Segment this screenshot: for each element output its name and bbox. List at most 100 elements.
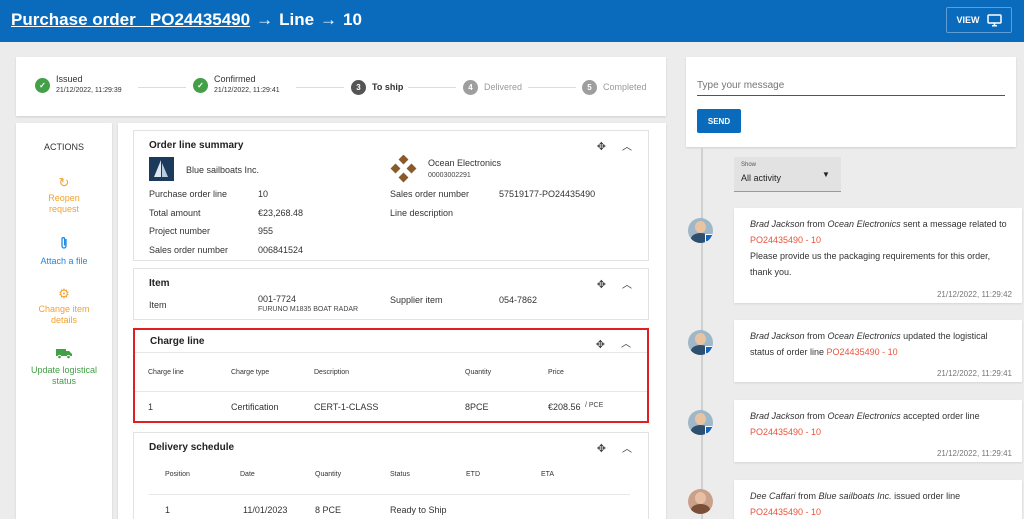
field-label: Line description bbox=[390, 208, 454, 218]
change-item-details-button[interactable]: ⚙ Change item details bbox=[16, 287, 112, 326]
move-icon[interactable]: ✥ bbox=[597, 140, 606, 153]
actor-org: Ocean Electronics bbox=[827, 331, 901, 341]
field-value: 10 bbox=[258, 189, 269, 199]
step-completed: 5 Completed bbox=[582, 80, 647, 95]
field-value: 955 bbox=[258, 226, 274, 236]
arrow-right-icon: → bbox=[320, 10, 338, 29]
event-text: from bbox=[804, 219, 828, 229]
filter-label: Show bbox=[741, 162, 757, 168]
chevron-up-icon[interactable]: ︿ bbox=[622, 276, 632, 291]
message-input[interactable] bbox=[697, 77, 1005, 94]
timestamp: 21/12/2022, 11:29:41 bbox=[936, 449, 1012, 458]
step-label: Confirmed bbox=[214, 74, 256, 84]
move-icon[interactable]: ✥ bbox=[597, 278, 606, 291]
step-to-ship: 3 To ship bbox=[351, 80, 403, 95]
actions-title: ACTIONS bbox=[43, 142, 84, 152]
field-label: Project number bbox=[149, 226, 211, 236]
message-text: Please provide us the packaging requirem… bbox=[750, 251, 991, 277]
step-label: To ship bbox=[372, 82, 404, 92]
step-confirmed: ✓ Confirmed 21/12/2022, 11:29:41 bbox=[193, 74, 280, 96]
chevron-up-icon[interactable]: ︿ bbox=[621, 335, 631, 350]
order-line-link[interactable]: PO24435490 - 10 bbox=[750, 235, 821, 245]
field-label: Total amount bbox=[149, 208, 201, 218]
event-text: issued order line bbox=[891, 491, 961, 501]
column-header: Date bbox=[240, 471, 255, 478]
table-cell: 8 PCE bbox=[315, 505, 342, 515]
view-button[interactable]: VIEW bbox=[946, 7, 1012, 33]
buyer-logo bbox=[149, 157, 174, 181]
item-code: 001-7724 bbox=[258, 294, 297, 304]
divider bbox=[135, 352, 647, 353]
item-section: Item ✥ ︿ Item 001-7724 FURUNO M1835 BOAT… bbox=[133, 268, 649, 320]
move-icon[interactable]: ✥ bbox=[596, 338, 605, 351]
actor-name: Brad Jackson bbox=[750, 331, 805, 341]
step-delivered: 4 Delivered bbox=[463, 80, 522, 95]
chevron-up-icon[interactable]: ︿ bbox=[622, 440, 632, 455]
main-panel: Order line summary ✥ ︿ Blue sailboats In… bbox=[118, 123, 666, 519]
step-number: 3 bbox=[351, 80, 366, 95]
actor-name: Brad Jackson bbox=[750, 219, 805, 229]
table-cell: CERT-1-CLASS bbox=[314, 402, 379, 412]
action-label: Update logistical status bbox=[30, 365, 98, 386]
table-cell: Ready to Ship bbox=[390, 505, 447, 515]
field-value: €23,268.48 bbox=[258, 208, 304, 218]
stepper-connector bbox=[296, 87, 344, 88]
paperclip-icon bbox=[16, 236, 112, 253]
column-header: ETA bbox=[541, 471, 555, 478]
column-header: Charge line bbox=[148, 369, 184, 376]
refresh-icon: ↻ bbox=[58, 175, 70, 190]
field-label: Sales order number bbox=[390, 189, 470, 199]
avatar bbox=[688, 330, 713, 355]
send-button[interactable]: SEND bbox=[697, 109, 741, 133]
company-badge-icon bbox=[705, 346, 713, 354]
check-icon: ✓ bbox=[193, 77, 208, 93]
field-label: Purchase order line bbox=[149, 189, 228, 199]
actor-name: Brad Jackson bbox=[750, 411, 805, 421]
actor-org: Ocean Electronics bbox=[827, 219, 901, 229]
update-logistical-status-button[interactable]: Update logistical status bbox=[16, 348, 112, 387]
attach-file-button[interactable]: Attach a file bbox=[16, 236, 112, 267]
field-value: 006841524 bbox=[258, 245, 304, 255]
line-number: 10 bbox=[343, 10, 362, 29]
truck-icon bbox=[16, 348, 112, 362]
item-description: FURUNO M1835 BOAT RADAR bbox=[258, 306, 359, 313]
event-text: accepted order line bbox=[900, 411, 980, 421]
section-title: Order line summary bbox=[149, 140, 244, 151]
column-header: Quantity bbox=[315, 471, 342, 478]
table-cell: €208.56 bbox=[548, 402, 581, 412]
company-badge-icon bbox=[705, 234, 713, 242]
column-header: Description bbox=[314, 369, 350, 376]
monitor-icon bbox=[986, 13, 1002, 26]
activity-item: Dee Caffari from Blue sailboats Inc. iss… bbox=[734, 480, 1022, 519]
input-underline bbox=[697, 95, 1005, 96]
action-label: Attach a file bbox=[40, 256, 88, 266]
order-line-link[interactable]: PO24435490 - 10 bbox=[827, 347, 898, 357]
step-date: 21/12/2022, 11:29:39 bbox=[56, 87, 122, 94]
activity-filter-select[interactable]: Show All activity ▼ bbox=[734, 157, 841, 192]
stepper-connector bbox=[528, 87, 576, 88]
activity-item: Brad Jackson from Ocean Electronics sent… bbox=[734, 208, 1022, 303]
divider bbox=[149, 494, 630, 495]
field-value: 054-7862 bbox=[499, 295, 538, 305]
column-header: Quantity bbox=[465, 369, 492, 376]
move-icon[interactable]: ✥ bbox=[597, 442, 606, 455]
supplier-id: 00003002291 bbox=[428, 172, 471, 179]
avatar bbox=[688, 489, 713, 514]
reopen-request-button[interactable]: ↻ Reopen request bbox=[16, 176, 112, 215]
order-line-link[interactable]: PO24435490 - 10 bbox=[750, 507, 821, 517]
action-label: Reopen request bbox=[48, 193, 80, 214]
view-button-label: VIEW bbox=[956, 15, 980, 25]
chevron-up-icon[interactable]: ︿ bbox=[622, 138, 632, 153]
app-header: Purchase order PO24435490 → Line → 10 VIEW bbox=[0, 0, 1024, 42]
actor-org: Ocean Electronics bbox=[827, 411, 901, 421]
step-number: 4 bbox=[463, 80, 478, 95]
step-label: Issued bbox=[56, 74, 83, 84]
action-label: Change item details bbox=[38, 304, 90, 325]
caret-down-icon: ▼ bbox=[822, 170, 830, 179]
step-label: Completed bbox=[603, 82, 647, 92]
purchase-order-link[interactable]: Purchase order PO24435490 bbox=[11, 10, 250, 29]
actions-panel: ACTIONS ↻ Reopen request Attach a file ⚙… bbox=[16, 123, 112, 519]
charge-line-section: Charge line ✥ ︿ Charge line Charge type … bbox=[133, 328, 649, 423]
order-line-link[interactable]: PO24435490 - 10 bbox=[750, 427, 821, 437]
gear-icon: ⚙ bbox=[58, 286, 70, 301]
